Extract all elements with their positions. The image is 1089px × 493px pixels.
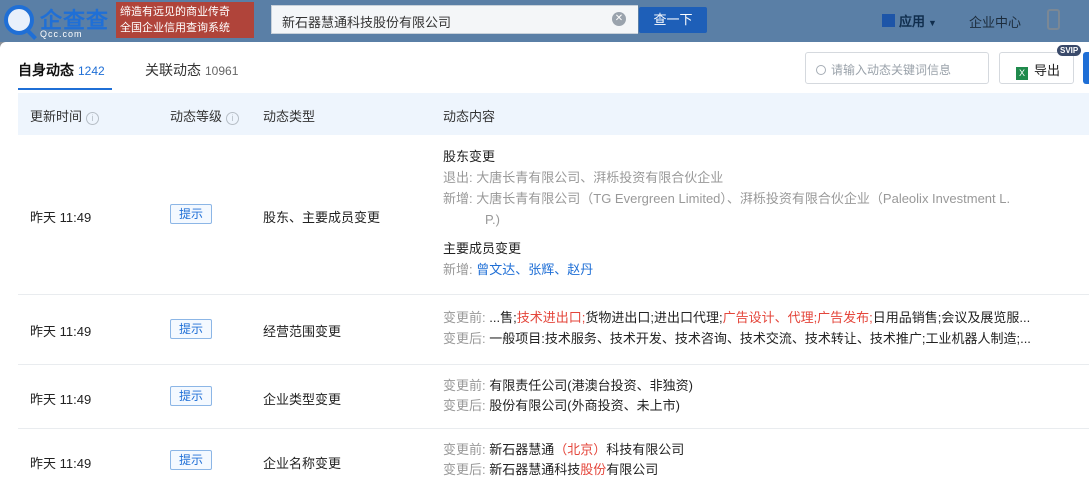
add-value: 大唐长青有限公司（TG Evergreen Limited）、湃栎投资有限合伙企… xyxy=(476,191,1011,206)
side-action-button[interactable] xyxy=(1083,52,1089,84)
before-text: 货物进出口;进出口代理; xyxy=(585,310,723,325)
before-text: 新石器慧通 xyxy=(489,442,555,457)
after-text: 股份有限公司(外商投资、未上市) xyxy=(489,398,680,413)
add-value-cont: P.) xyxy=(485,212,500,227)
grid-icon xyxy=(882,14,895,27)
before-text: 科技有限公司 xyxy=(606,442,685,457)
header-type: 动态类型 xyxy=(263,109,316,124)
after-label: 变更后: xyxy=(443,462,486,477)
before-highlight: （北京） xyxy=(554,442,607,457)
row-type: 经营范围变更 xyxy=(263,324,342,339)
row-content: 变更前: 有限责任公司(港澳台投资、非独资) 变更后: 股份有限公司(外商投资、… xyxy=(443,376,1083,416)
svip-badge: SVIP xyxy=(1057,45,1082,56)
row-time: 昨天 11:49 xyxy=(30,392,92,407)
top-bar: 企查查 Qcc.com 缔造有远见的商业传奇 全国企业信用查询系统 新石器慧通科… xyxy=(0,0,1089,42)
level-tag: 提示 xyxy=(170,204,212,224)
tab-self-count: 1242 xyxy=(78,64,105,78)
apps-menu[interactable]: 应用 ▼ xyxy=(882,11,937,30)
section-title: 主要成员变更 xyxy=(443,241,522,256)
after-text: 一般项目:技术服务、技术开发、技术咨询、技术交流、技术转让、技术推广;工业机器人… xyxy=(489,331,1031,346)
table-row: 昨天 11:49 提示 股东、主要成员变更 股东变更 退出: 大唐长青有限公司、… xyxy=(18,135,1089,295)
tab-related-count: 10961 xyxy=(205,64,239,78)
export-label: 导出 xyxy=(1034,63,1061,78)
tab-self-label: 自身动态 xyxy=(18,62,74,78)
before-label: 变更前: xyxy=(443,310,486,325)
before-highlight: 技术进出口; xyxy=(516,310,586,325)
mobile-phone-icon[interactable] xyxy=(1047,9,1060,30)
dynamics-panel: 自身动态 1242 关联动态 10961 请输入动态关键词信息 X 导出 SVIP 更… xyxy=(0,42,1089,493)
row-content: 变更前: ...售;技术进出口;货物进出口;进出口代理;广告设计、代理;广告发布… xyxy=(443,307,1083,349)
row-type: 企业类型变更 xyxy=(263,392,342,407)
keyword-search-input[interactable]: 请输入动态关键词信息 xyxy=(805,52,989,84)
after-label: 变更后: xyxy=(443,331,486,346)
before-text: ...售; xyxy=(489,310,517,325)
row-time: 昨天 11:49 xyxy=(30,210,92,225)
after-highlight: 股份 xyxy=(580,462,607,477)
after-label: 变更后: xyxy=(443,398,486,413)
level-tag: 提示 xyxy=(170,386,212,406)
header-update-time: 更新时间 i xyxy=(30,106,100,125)
tab-related-label: 关联动态 xyxy=(145,62,201,78)
before-label: 变更前: xyxy=(443,378,486,393)
slogan-banner: 缔造有远见的商业传奇 全国企业信用查询系统 xyxy=(116,2,254,38)
caret-down-icon: ▼ xyxy=(928,18,937,28)
enterprise-center-link[interactable]: 企业中心 xyxy=(969,12,1021,31)
slogan-line-2: 全国企业信用查询系统 xyxy=(120,22,230,34)
row-time: 昨天 11:49 xyxy=(30,456,92,471)
slogan-line-1: 缔造有远见的商业传奇 xyxy=(120,6,230,18)
add-label: 新增: xyxy=(443,191,473,206)
row-content: 股东变更 退出: 大唐长青有限公司、湃栎投资有限合伙企业 新增: 大唐长青有限公… xyxy=(443,146,1083,280)
before-text: 有限责任公司(港澳台投资、非独资) xyxy=(489,378,693,393)
apps-label: 应用 xyxy=(899,14,926,29)
search-icon xyxy=(816,65,826,75)
exit-label: 退出: xyxy=(443,170,473,185)
before-label: 变更前: xyxy=(443,442,486,457)
after-text: 有限公司 xyxy=(606,462,659,477)
section-title: 股东变更 xyxy=(443,149,496,164)
company-search-input[interactable]: 新石器慧通科技股份有限公司 xyxy=(271,5,638,34)
search-button[interactable]: 查一下 xyxy=(639,7,707,33)
before-highlight: 广告设计、代理;广告发布; xyxy=(722,310,873,325)
member-links[interactable]: 曾文达、张辉、赵丹 xyxy=(476,262,593,277)
level-tag: 提示 xyxy=(170,319,212,339)
before-text: 日用品销售;会议及展览服... xyxy=(872,310,1031,325)
table-row: 昨天 11:49 提示 企业类型变更 变更前: 有限责任公司(港澳台投资、非独资… xyxy=(18,365,1089,429)
header-level: 动态等级 i xyxy=(170,106,240,125)
logo-subtext: Qcc.com xyxy=(40,29,83,39)
header-time-label: 更新时间 xyxy=(30,109,83,124)
qcc-logo[interactable]: 企查查 Qcc.com xyxy=(4,3,114,39)
logo-magnifier-icon xyxy=(4,5,34,35)
excel-icon: X xyxy=(1016,67,1028,80)
export-button[interactable]: X 导出 xyxy=(999,52,1074,84)
row-type: 股东、主要成员变更 xyxy=(263,210,381,225)
info-icon[interactable]: i xyxy=(86,112,100,125)
row-type: 企业名称变更 xyxy=(263,456,342,471)
active-tab-indicator xyxy=(18,88,112,90)
header-content: 动态内容 xyxy=(443,109,496,124)
table-row: 昨天 11:49 提示 企业名称变更 变更前: 新石器慧通（北京）科技有限公司 … xyxy=(18,429,1089,493)
after-text: 新石器慧通科技 xyxy=(489,462,581,477)
tab-related-dynamics[interactable]: 关联动态 10961 xyxy=(145,60,238,80)
row-content: 变更前: 新石器慧通（北京）科技有限公司 变更后: 新石器慧通科技股份有限公司 xyxy=(443,440,1083,480)
tab-self-dynamics[interactable]: 自身动态 1242 xyxy=(18,60,105,80)
row-time: 昨天 11:49 xyxy=(30,324,92,339)
header-level-label: 动态等级 xyxy=(170,109,223,124)
clear-search-icon[interactable]: ✕ xyxy=(612,12,626,26)
keyword-search-placeholder: 请输入动态关键词信息 xyxy=(831,63,952,77)
members-label: 新增: xyxy=(443,262,473,277)
level-tag: 提示 xyxy=(170,450,212,470)
info-icon[interactable]: i xyxy=(226,112,240,125)
exit-value: 大唐长青有限公司、湃栎投资有限合伙企业 xyxy=(476,170,724,185)
table-header: 更新时间 i 动态等级 i 动态类型 动态内容 xyxy=(18,93,1089,135)
table-row: 昨天 11:49 提示 经营范围变更 变更前: ...售;技术进出口;货物进出口… xyxy=(18,295,1089,365)
